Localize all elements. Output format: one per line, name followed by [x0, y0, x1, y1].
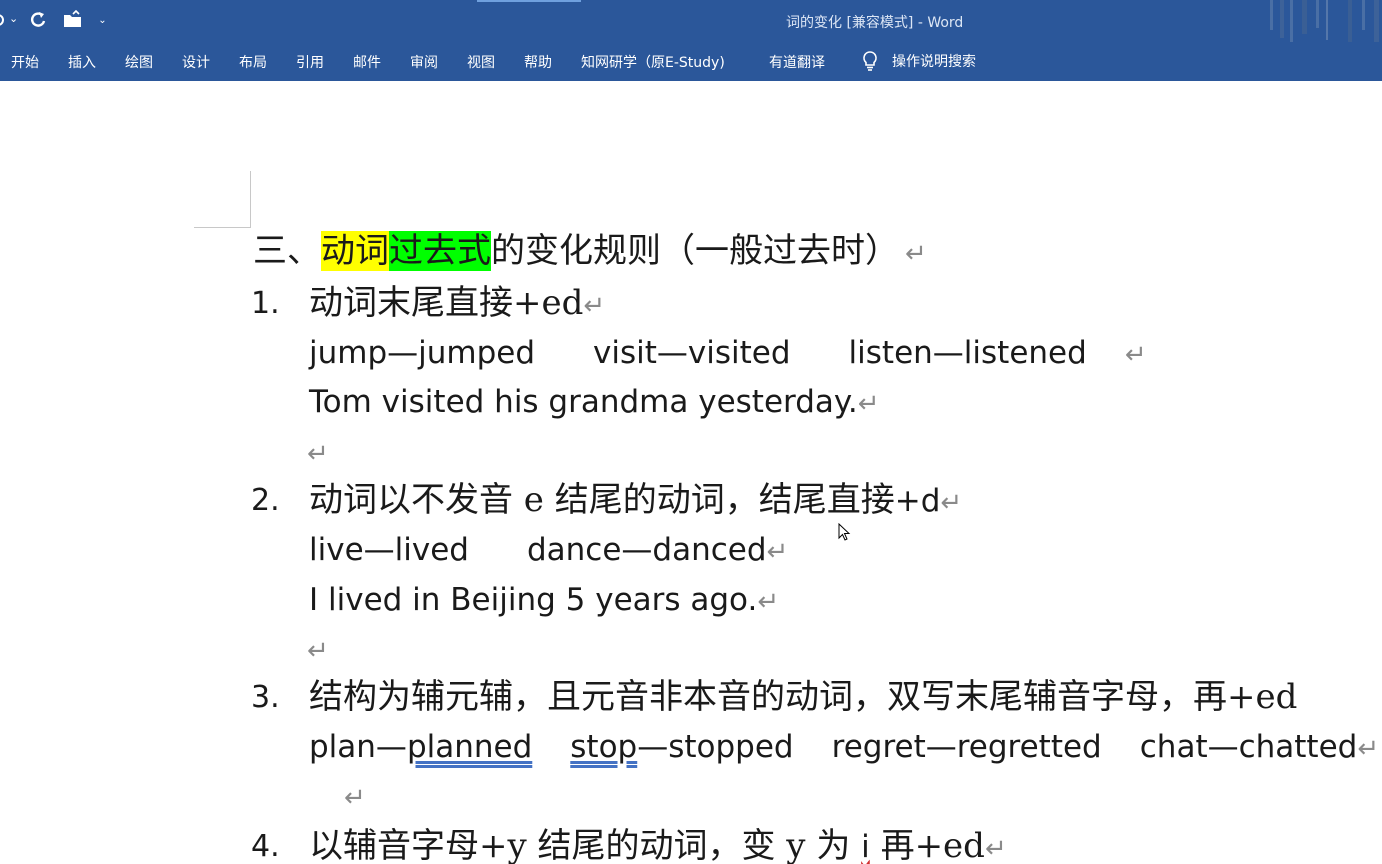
rule-4-title[interactable]: 以辅音字母+y 结尾的动词，变 y 为 i 再+ed↵ — [309, 826, 1007, 864]
example-word-pair: regret—regretted — [831, 729, 1102, 765]
example-word-underlined: planned — [406, 729, 533, 765]
tab-mailings[interactable]: 邮件 — [353, 52, 381, 72]
example-word-pair: jump—jumped — [309, 335, 536, 371]
rule-title-text: 动词末尾直接+ed — [309, 283, 584, 323]
list-number: 3. — [251, 680, 280, 715]
example-word-pair: visit—visited — [593, 335, 791, 371]
paragraph-mark-icon: ↵ — [766, 537, 789, 567]
section-heading[interactable]: 三、动词过去式的变化规则（一般过去时） ↵ — [253, 231, 927, 274]
tell-me-search[interactable]: 操作说明搜索 — [860, 50, 976, 72]
rule-title-letter: i — [861, 829, 870, 864]
paragraph-mark-icon: ↵ — [857, 389, 880, 419]
tab-design[interactable]: 设计 — [182, 52, 210, 72]
document-canvas[interactable]: 三、动词过去式的变化规则（一般过去时） ↵ 1. 动词末尾直接+ed↵ jump—… — [0, 81, 1382, 864]
rule-2-title[interactable]: 动词以不发音 e 结尾的动词，结尾直接+d↵ — [309, 480, 962, 523]
tab-youdao-translate[interactable]: 有道翻译 — [769, 52, 825, 72]
ribbon-tab-bar: 开始 插入 绘图 设计 布局 引用 邮件 审阅 视图 帮助 知网研学（原E-St… — [0, 42, 1382, 81]
example-word-part: plan— — [309, 729, 407, 765]
paragraph-mark-icon: ↵ — [984, 834, 1007, 864]
rule-title-text: 结构为辅元辅，且元音非本音的动词，双写末尾辅音字母，再+ed — [309, 677, 1298, 717]
paragraph-mark-icon: ↵ — [1124, 340, 1147, 370]
redo-icon[interactable] — [28, 10, 48, 30]
paragraph-mark-icon: ↵ — [940, 488, 963, 518]
open-folder-icon[interactable] — [62, 10, 84, 30]
heading-highlight-past-tense: 过去式 — [389, 231, 491, 271]
example-sentence: Tom visited his grandma yesterday. — [309, 384, 858, 420]
paragraph-mark-icon: ↵ — [905, 239, 927, 269]
rule-1-sentence[interactable]: Tom visited his grandma yesterday.↵ — [309, 382, 879, 424]
title-accent-strip — [477, 0, 581, 2]
title-bar-decoration — [1270, 0, 1379, 42]
empty-paragraph[interactable]: ↵ — [307, 431, 329, 474]
quick-access-toolbar: ⌄ ⌄ — [0, 8, 107, 32]
empty-paragraph[interactable]: ↵ — [344, 775, 366, 818]
heading-prefix: 三、 — [253, 231, 321, 271]
tab-help[interactable]: 帮助 — [524, 52, 552, 72]
rule-title-text: 再+ed — [869, 826, 985, 864]
tab-insert[interactable]: 插入 — [68, 52, 96, 72]
example-word-pair: live—lived — [309, 532, 469, 568]
rule-1-examples[interactable]: jump—jumped visit—visited listen—listened ↵ — [309, 333, 1147, 375]
rule-3-examples[interactable]: plan—planned stop—stopped regret—regretted… — [309, 727, 1382, 769]
list-number: 1. — [251, 286, 280, 321]
tab-cnki-estudy[interactable]: 知网研学（原E-Study) — [581, 52, 725, 72]
rule-title-suffix: +d — [894, 483, 941, 519]
paragraph-mark-icon: ↵ — [344, 783, 366, 813]
title-bar: ⌄ ⌄ 词的变化 [兼容模式] - Word — [0, 0, 1382, 42]
paragraph-mark-icon: ↵ — [307, 636, 329, 666]
rule-title-text: 动词以不发音 e 结尾的动词，结尾直接 — [309, 480, 895, 520]
rule-title-text: 以辅音字母+y 结尾的动词，变 y 为 — [309, 826, 862, 864]
save-icon[interactable] — [0, 12, 6, 28]
empty-paragraph[interactable]: ↵ — [307, 628, 329, 671]
example-word-pair: listen—listened — [848, 335, 1087, 371]
paragraph-mark-icon: ↵ — [757, 587, 780, 617]
tab-view[interactable]: 视图 — [467, 52, 495, 72]
tab-home[interactable]: 开始 — [11, 52, 39, 72]
tab-layout[interactable]: 布局 — [239, 52, 267, 72]
tab-review[interactable]: 审阅 — [410, 52, 438, 72]
example-word-underlined: stop — [570, 729, 638, 765]
heading-highlight-verb: 动词 — [321, 231, 389, 271]
paragraph-mark-icon: ↵ — [1357, 734, 1380, 764]
rule-2-examples[interactable]: live—lived dance—danced↵ — [309, 530, 788, 572]
tell-me-label: 操作说明搜索 — [892, 54, 976, 70]
example-word-pair: chat—chatted — [1139, 729, 1358, 765]
paragraph-mark-icon: ↵ — [307, 439, 329, 469]
mouse-cursor-icon — [838, 523, 851, 541]
rule-2-sentence[interactable]: I lived in Beijing 5 years ago.↵ — [309, 580, 779, 622]
example-word-part: —stopped — [637, 729, 794, 765]
tab-references[interactable]: 引用 — [296, 52, 324, 72]
rule-3-title[interactable]: 结构为辅元辅，且元音非本音的动词，双写末尾辅音字母，再+ed — [309, 677, 1382, 717]
margin-corner-mark — [250, 171, 251, 228]
tab-draw[interactable]: 绘图 — [125, 52, 153, 72]
example-word-pair: dance—danced — [526, 532, 767, 568]
dropdown-arrow-icon[interactable]: ⌄ — [9, 12, 18, 25]
list-number: 2. — [251, 483, 280, 518]
example-sentence: I lived in Beijing 5 years ago. — [309, 582, 758, 618]
lightbulb-icon — [863, 51, 877, 71]
list-number: 4. — [251, 829, 280, 864]
paragraph-mark-icon: ↵ — [583, 291, 606, 321]
rule-1-title[interactable]: 动词末尾直接+ed↵ — [309, 283, 605, 326]
document-title: 词的变化 [兼容模式] - Word — [786, 15, 964, 31]
margin-corner-mark — [194, 227, 251, 228]
heading-rest: 的变化规则（一般过去时） — [491, 231, 899, 271]
customize-toolbar-icon[interactable]: ⌄ — [98, 15, 106, 26]
